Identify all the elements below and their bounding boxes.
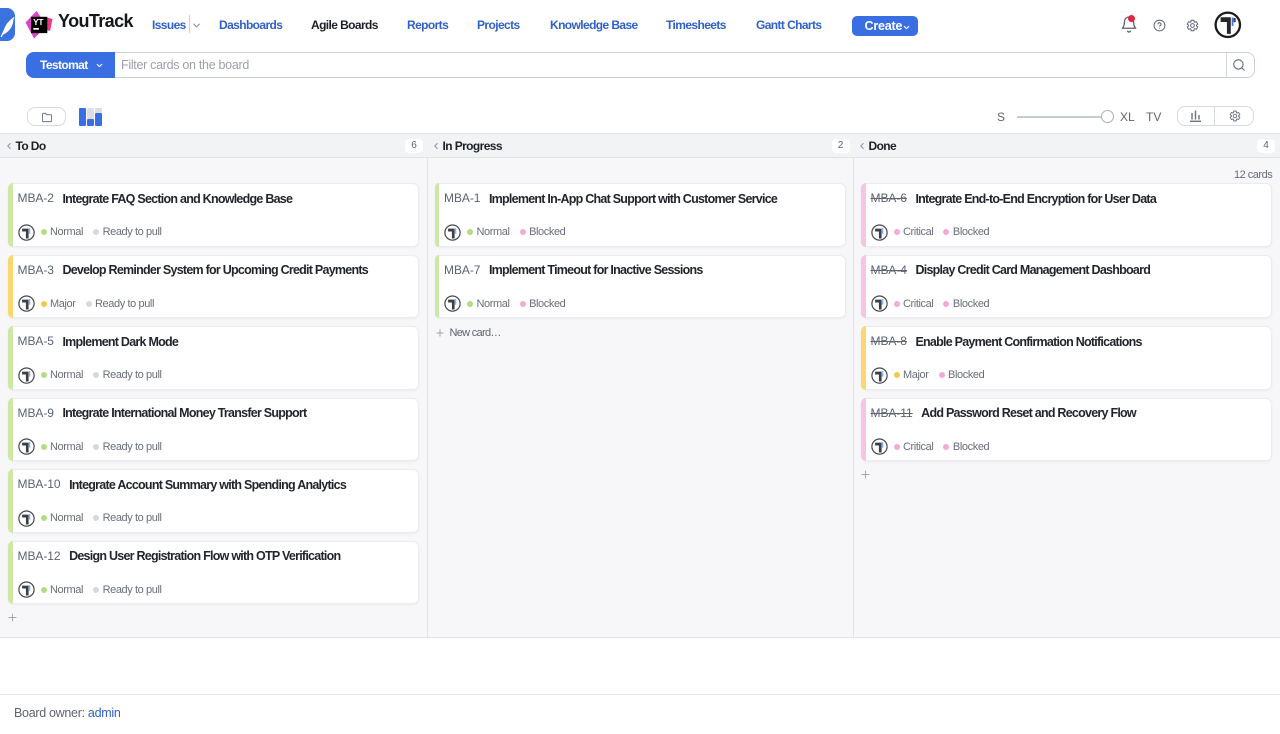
svg-text:YT: YT (33, 17, 44, 27)
